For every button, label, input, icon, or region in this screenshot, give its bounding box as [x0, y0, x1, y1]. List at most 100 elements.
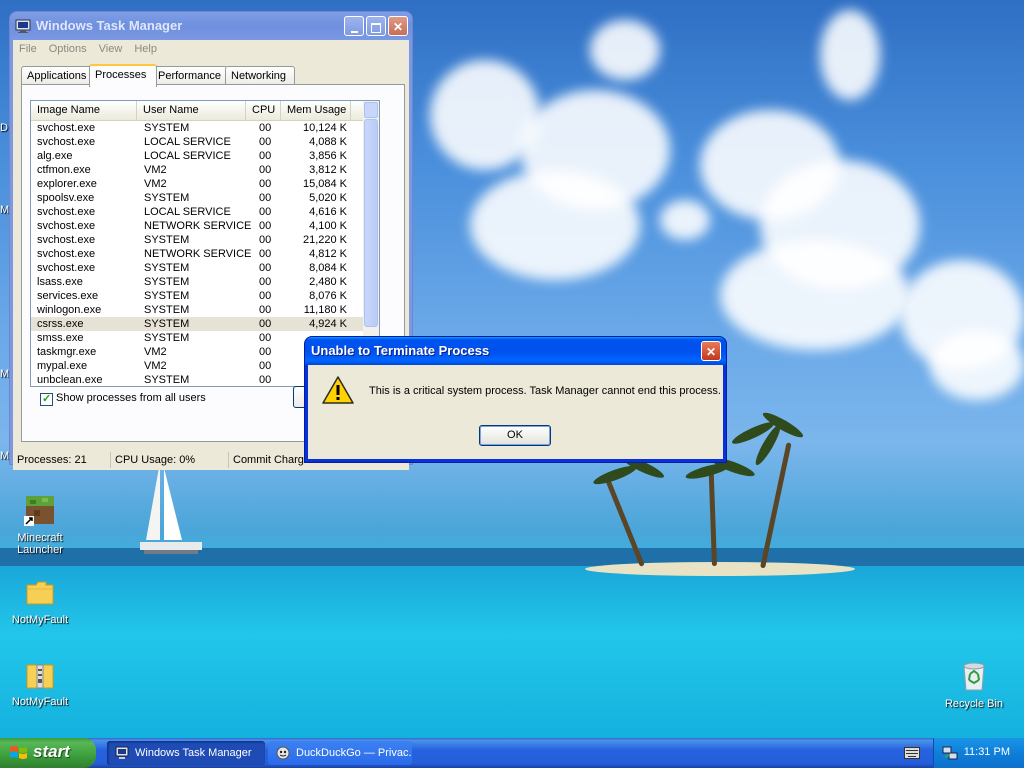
desktop-icon-notmyfault-folder[interactable]: NotMyFault: [0, 578, 80, 626]
process-image-name: svchost.exe: [37, 136, 96, 148]
process-image-name: services.exe: [37, 290, 99, 302]
process-cpu: 00: [259, 276, 272, 288]
dialog-title: Unable to Terminate Process: [311, 343, 490, 358]
table-row[interactable]: lsass.exe SYSTEM 00 2,480 K: [31, 275, 363, 289]
table-row[interactable]: explorer.exe VM2 00 15,084 K: [31, 177, 363, 191]
process-user-name: VM2: [144, 360, 167, 372]
table-row[interactable]: ctfmon.exe VM2 00 3,812 K: [31, 163, 363, 177]
tab-processes[interactable]: Processes: [89, 64, 157, 87]
process-cpu: 00: [259, 122, 272, 134]
start-button[interactable]: start: [0, 738, 96, 768]
menu-options[interactable]: Options: [43, 40, 93, 58]
process-mem-usage: 5,020 K: [309, 192, 347, 204]
tab-applications[interactable]: Applications: [21, 66, 97, 85]
process-image-name: lsass.exe: [37, 276, 83, 288]
table-row[interactable]: services.exe SYSTEM 00 8,076 K: [31, 289, 363, 303]
window-title: Windows Task Manager: [36, 18, 183, 33]
process-image-name: taskmgr.exe: [37, 346, 97, 358]
process-mem-usage: 3,812 K: [309, 164, 347, 176]
cloud: [720, 240, 910, 350]
table-row[interactable]: spoolsv.exe SYSTEM 00 5,020 K: [31, 191, 363, 205]
cloud: [930, 330, 1024, 400]
table-row[interactable]: svchost.exe SYSTEM 00 21,220 K: [31, 233, 363, 247]
desktop-icon-label-cut: M: [0, 368, 10, 380]
column-image-name[interactable]: Image Name: [31, 101, 137, 120]
process-cpu: 00: [259, 374, 272, 386]
column-cpu[interactable]: CPU: [246, 101, 281, 120]
status-processes: Processes: 21: [13, 452, 111, 468]
menu-file[interactable]: File: [13, 40, 43, 58]
taskbar-button-label: Windows Task Manager: [135, 747, 252, 759]
process-mem-usage: 8,076 K: [309, 290, 347, 302]
minimize-icon: [350, 30, 358, 33]
process-image-name: smss.exe: [37, 332, 84, 344]
process-user-name: SYSTEM: [144, 192, 190, 204]
desktop-icon-label: Minecraft: [17, 532, 63, 544]
process-mem-usage: 2,480 K: [309, 276, 347, 288]
column-mem-usage[interactable]: Mem Usage: [281, 101, 351, 120]
cloud: [820, 10, 880, 100]
process-user-name: SYSTEM: [144, 122, 190, 134]
table-row[interactable]: alg.exe LOCAL SERVICE 00 3,856 K: [31, 149, 363, 163]
desktop-icon-minecraft-launcher[interactable]: Minecraft Launcher: [0, 494, 80, 556]
menu-help[interactable]: Help: [128, 40, 163, 58]
desktop-icon-label-cut: M: [0, 450, 10, 462]
status-cpu-usage: CPU Usage: 0%: [111, 452, 229, 468]
table-row[interactable]: winlogon.exe SYSTEM 00 11,180 K: [31, 303, 363, 317]
taskbar-button-label: DuckDuckGo — Privac...: [296, 747, 412, 759]
taskbar-button-duckduckgo[interactable]: DuckDuckGo — Privac...: [268, 741, 412, 765]
checkbox-box[interactable]: ✓: [40, 393, 53, 406]
scroll-up-button[interactable]: [364, 102, 378, 118]
process-mem-usage: 4,924 K: [309, 318, 347, 330]
process-cpu: 00: [259, 360, 272, 372]
desktop-icon-label-cut: M: [0, 204, 10, 216]
taskbar-button-task-manager[interactable]: Windows Task Manager: [107, 741, 265, 765]
table-row[interactable]: svchost.exe SYSTEM 00 10,124 K: [31, 121, 363, 135]
network-icon[interactable]: [942, 745, 958, 761]
process-image-name: svchost.exe: [37, 262, 96, 274]
minimize-button[interactable]: [344, 16, 364, 36]
process-list-header: Image Name User Name CPU Mem Usage: [31, 101, 363, 121]
process-user-name: SYSTEM: [144, 290, 190, 302]
table-row[interactable]: csrss.exe SYSTEM 00 4,924 K: [31, 317, 363, 331]
process-user-name: SYSTEM: [144, 304, 190, 316]
process-cpu: 00: [259, 192, 272, 204]
table-row[interactable]: svchost.exe LOCAL SERVICE 00 4,088 K: [31, 135, 363, 149]
process-image-name: svchost.exe: [37, 234, 96, 246]
process-image-name: alg.exe: [37, 150, 73, 162]
process-image-name: csrss.exe: [37, 318, 84, 330]
process-mem-usage: 4,088 K: [309, 136, 347, 148]
tab-performance[interactable]: Performance: [152, 66, 228, 85]
process-image-name: winlogon.exe: [37, 304, 102, 316]
desktop-icon-recycle-bin[interactable]: Recycle Bin: [934, 660, 1014, 710]
table-row[interactable]: svchost.exe SYSTEM 00 8,084 K: [31, 261, 363, 275]
process-user-name: SYSTEM: [144, 262, 190, 274]
process-image-name: svchost.exe: [37, 206, 96, 218]
table-row[interactable]: svchost.exe NETWORK SERVICE 00 4,100 K: [31, 219, 363, 233]
ok-button[interactable]: OK: [479, 425, 551, 446]
maximize-button[interactable]: [366, 16, 386, 36]
windows-logo-icon: [10, 746, 27, 759]
keyboard-icon[interactable]: [904, 747, 920, 759]
dialog-close-button[interactable]: ✕: [701, 341, 721, 361]
desktop-icon-label: Recycle Bin: [944, 698, 1004, 710]
scroll-thumb[interactable]: [364, 119, 378, 327]
title-bar[interactable]: Windows Task Manager ✕: [10, 12, 412, 40]
desktop-icon-notmyfault-zip[interactable]: NotMyFault: [0, 660, 80, 708]
cloud: [660, 200, 710, 240]
process-cpu: 00: [259, 332, 272, 344]
dialog-title-bar[interactable]: Unable to Terminate Process ✕: [305, 337, 726, 365]
tab-networking[interactable]: Networking: [225, 66, 295, 85]
process-cpu: 00: [259, 150, 272, 162]
cloud: [470, 170, 640, 280]
menu-view[interactable]: View: [93, 40, 129, 58]
close-button[interactable]: ✕: [388, 16, 408, 36]
clock[interactable]: 11:31 PM: [964, 746, 1010, 758]
table-row[interactable]: svchost.exe NETWORK SERVICE 00 4,812 K: [31, 247, 363, 261]
process-cpu: 00: [259, 220, 272, 232]
process-mem-usage: 4,100 K: [309, 220, 347, 232]
column-user-name[interactable]: User Name: [137, 101, 246, 120]
table-row[interactable]: svchost.exe LOCAL SERVICE 00 4,616 K: [31, 205, 363, 219]
process-image-name: svchost.exe: [37, 122, 96, 134]
show-all-users-label: Show processes from all users: [56, 392, 206, 404]
